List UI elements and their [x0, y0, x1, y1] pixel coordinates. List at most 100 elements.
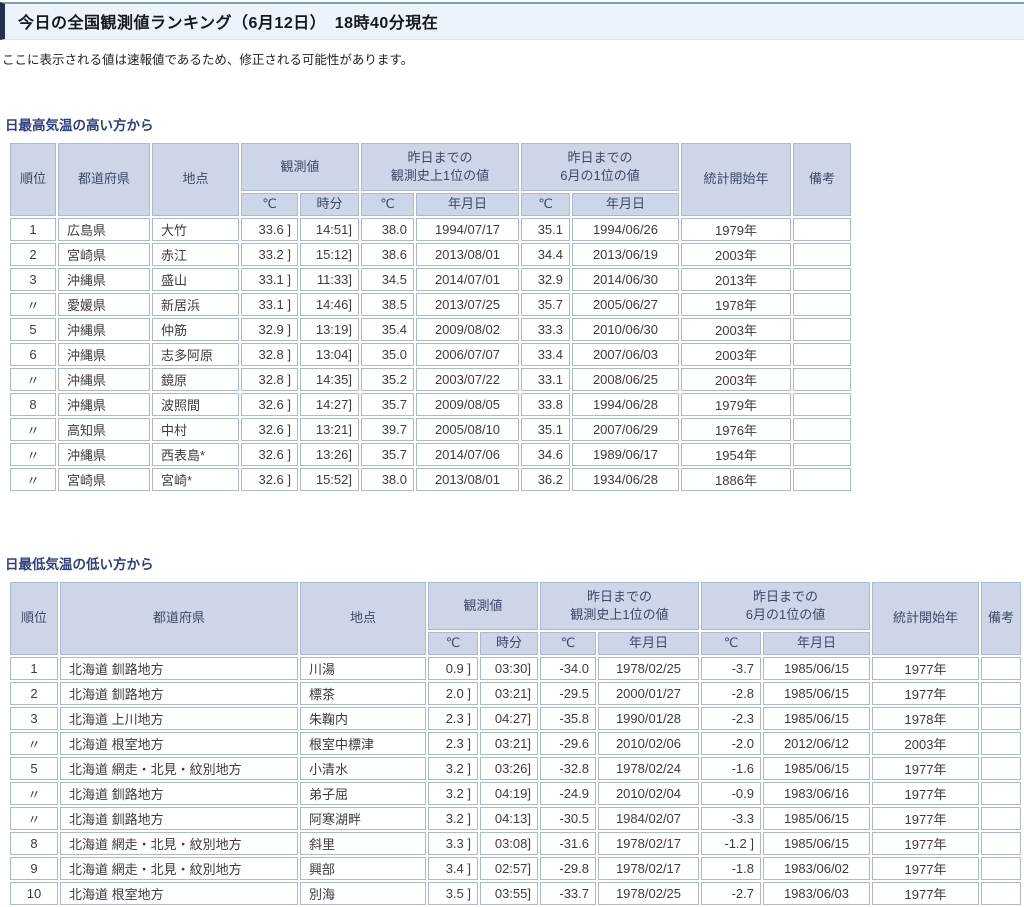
section-daily-max-temp: 日最高気温の高い方から 順位 都道府県 地点 観測値 昨日までの 観測史上1位の… — [0, 114, 1024, 493]
cell-station: 新居浜 — [152, 293, 239, 316]
max-temp-table-body: 1 広島県 大竹 33.6 ] 14:51] 38.0 1994/07/17 35.1 1994… — [10, 218, 851, 491]
table-row: 8 北海道 網走・北見・紋別地方 斜里 3.3 ] 03:08] -31.6 1978/02… — [10, 832, 1021, 855]
cell-remarks — [793, 443, 851, 466]
subheader-date: 年月日 — [416, 193, 519, 216]
cell-stats-year: 1976年 — [681, 418, 791, 441]
col-header-stats-start-year: 統計開始年 — [681, 143, 791, 216]
table-row: 5 北海道 網走・北見・紋別地方 小清水 3.2 ] 03:26] -32.8 1978/0… — [10, 757, 1021, 780]
cell-june-temp: -1.8 — [701, 857, 761, 880]
cell-time: 13:21] — [300, 418, 359, 441]
cell-station: 興部 — [300, 857, 426, 880]
cell-june-date: 2007/06/03 — [572, 343, 679, 366]
cell-june-date: 1983/06/16 — [763, 782, 870, 805]
cell-june-temp: 34.6 — [521, 443, 570, 466]
cell-station: 標茶 — [300, 682, 426, 705]
cell-station: 斜里 — [300, 832, 426, 855]
cell-record-temp: 39.7 — [361, 418, 414, 441]
cell-stats-year: 1977年 — [872, 832, 979, 855]
cell-prefecture: 北海道 釧路地方 — [60, 782, 298, 805]
cell-remarks — [793, 343, 851, 366]
cell-temp: 32.6 ] — [241, 418, 298, 441]
cell-station: 大竹 — [152, 218, 239, 241]
table-row: 6 沖縄県 志多阿原 32.8 ] 13:04] 35.0 2006/07/07 33.4 20… — [10, 343, 851, 366]
min-temp-ranking-table: 順位 都道府県 地点 観測値 昨日までの 観測史上1位の値 昨日までの 6月の1… — [8, 580, 1023, 907]
cell-prefecture: 北海道 網走・北見・紋別地方 — [60, 757, 298, 780]
cell-june-date: 2008/06/25 — [572, 368, 679, 391]
cell-time: 03:30] — [480, 657, 538, 680]
cell-june-temp: 35.7 — [521, 293, 570, 316]
cell-record-temp: -35.8 — [540, 707, 596, 730]
cell-rank: 〃 — [10, 468, 56, 491]
subheader-date: 年月日 — [572, 193, 679, 216]
cell-remarks — [981, 682, 1021, 705]
table-row: 5 沖縄県 仲筋 32.9 ] 13:19] 35.4 2009/08/02 33.3 2010… — [10, 318, 851, 341]
cell-record-date: 2013/08/01 — [416, 468, 519, 491]
cell-time: 13:19] — [300, 318, 359, 341]
cell-june-temp: 33.4 — [521, 343, 570, 366]
cell-record-date: 2009/08/02 — [416, 318, 519, 341]
cell-temp: 33.2 ] — [241, 243, 298, 266]
table-row: 2 北海道 釧路地方 標茶 2.0 ] 03:21] -29.5 2000/01/27 -2.… — [10, 682, 1021, 705]
cell-record-temp: -32.8 — [540, 757, 596, 780]
cell-stats-year: 1977年 — [872, 782, 979, 805]
cell-rank: 3 — [10, 268, 56, 291]
cell-record-temp: 35.0 — [361, 343, 414, 366]
col-header-alltime-record: 昨日までの 観測史上1位の値 — [361, 143, 519, 191]
cell-stats-year: 1977年 — [872, 882, 979, 905]
cell-june-date: 2010/06/30 — [572, 318, 679, 341]
cell-rank: 2 — [10, 243, 56, 266]
cell-june-date: 1983/06/02 — [763, 857, 870, 880]
cell-record-date: 2009/08/05 — [416, 393, 519, 416]
cell-rank: 1 — [10, 657, 58, 680]
cell-remarks — [981, 857, 1021, 880]
cell-prefecture: 沖縄県 — [58, 268, 150, 291]
cell-record-temp: 38.0 — [361, 468, 414, 491]
cell-june-date: 1985/06/15 — [763, 832, 870, 855]
col-header-remarks: 備考 — [793, 143, 851, 216]
cell-temp: 3.2 ] — [428, 782, 478, 805]
cell-june-date: 1983/06/03 — [763, 882, 870, 905]
cell-temp: 3.5 ] — [428, 882, 478, 905]
cell-stats-year: 1977年 — [872, 757, 979, 780]
cell-record-date: 2013/08/01 — [416, 243, 519, 266]
cell-stats-year: 1977年 — [872, 682, 979, 705]
cell-stats-year: 1978年 — [681, 293, 791, 316]
cell-stats-year: 1977年 — [872, 657, 979, 680]
cell-time: 11:33] — [300, 268, 359, 291]
cell-station: 阿寒湖畔 — [300, 807, 426, 830]
table-row: 9 北海道 網走・北見・紋別地方 興部 3.4 ] 02:57] -29.8 1978/02… — [10, 857, 1021, 880]
cell-time: 04:13] — [480, 807, 538, 830]
table-row: 〃高知県 中村 32.6 ] 13:21] 39.7 2005/08/10 35.1 2007… — [10, 418, 851, 441]
subheader-celsius: ℃ — [521, 193, 570, 216]
cell-june-date: 1985/06/15 — [763, 682, 870, 705]
cell-june-date: 1994/06/26 — [572, 218, 679, 241]
cell-remarks — [793, 368, 851, 391]
cell-remarks — [981, 707, 1021, 730]
cell-remarks — [981, 882, 1021, 905]
subheader-date: 年月日 — [598, 632, 699, 655]
cell-temp: 0.9 ] — [428, 657, 478, 680]
cell-station: 小清水 — [300, 757, 426, 780]
cell-prefecture: 北海道 根室地方 — [60, 732, 298, 755]
cell-june-temp: -2.7 — [701, 882, 761, 905]
section-daily-min-temp: 日最低気温の低い方から 順位 都道府県 地点 観測値 昨日までの 観測史上1位の… — [0, 553, 1024, 907]
cell-prefecture: 北海道 網走・北見・紋別地方 — [60, 857, 298, 880]
col-header-observed: 観測値 — [428, 582, 538, 630]
cell-station: 盛山 — [152, 268, 239, 291]
subheader-celsius: ℃ — [241, 193, 298, 216]
cell-record-date: 1990/01/28 — [598, 707, 699, 730]
cell-rank: 〃 — [10, 782, 58, 805]
cell-record-date: 2010/02/04 — [598, 782, 699, 805]
page-title: 今日の全国観測値ランキング（6月12日） 18時40分現在 — [0, 2, 1024, 40]
cell-prefecture: 愛媛県 — [58, 293, 150, 316]
cell-record-temp: -31.6 — [540, 832, 596, 855]
cell-june-date: 2005/06/27 — [572, 293, 679, 316]
cell-rank: 〃 — [10, 293, 56, 316]
table-row: 〃愛媛県 新居浜 33.1 ] 14:46] 38.5 2013/07/25 35.7 200… — [10, 293, 851, 316]
cell-station: 赤江 — [152, 243, 239, 266]
cell-prefecture: 高知県 — [58, 418, 150, 441]
table-row: 〃沖縄県 鏡原 32.8 ] 14:35] 35.2 2003/07/22 33.1 2008… — [10, 368, 851, 391]
cell-record-temp: -33.7 — [540, 882, 596, 905]
cell-remarks — [793, 243, 851, 266]
cell-time: 13:26] — [300, 443, 359, 466]
